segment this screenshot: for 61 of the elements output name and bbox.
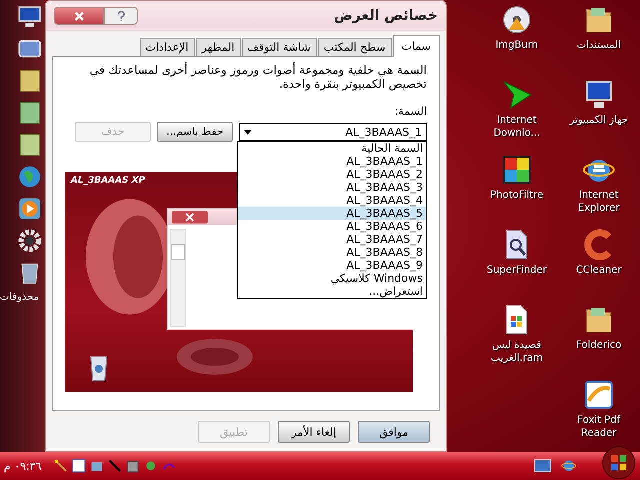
dropdown-option[interactable]: Windows كلاسيكي <box>238 272 426 285</box>
close-icon <box>74 10 84 22</box>
dropdown-option[interactable]: AL_3BAAAS_8 <box>238 246 426 259</box>
desktop-icon-label[interactable]: المستندات <box>559 39 639 52</box>
dropdown-option[interactable]: AL_3BAAAS_7 <box>238 233 426 246</box>
tab[interactable]: المظهر <box>196 38 241 56</box>
tab[interactable]: الإعدادات <box>140 38 195 56</box>
desktop-icon-label[interactable]: جهاز الكمبيوتر <box>559 114 639 127</box>
desktop-icon-label[interactable]: Internet Explorer <box>559 189 639 215</box>
recycle-bin-icon <box>89 354 109 382</box>
folder-icon[interactable] <box>17 68 43 94</box>
close-icon <box>172 210 208 224</box>
dialog-button[interactable]: موافق <box>358 421 430 443</box>
desktop-icon-label[interactable]: SuperFinder <box>477 264 557 277</box>
dropdown-option[interactable]: AL_3BAAAS_5 <box>238 207 426 220</box>
window-icon[interactable] <box>72 459 86 473</box>
description-text: السمة هي خلفية ومجموعة أصوات ورموز وعناصر أخرى لمساعدتك في تخصيص الكمبيوتر بنقرة واحدة. <box>88 63 427 91</box>
dropdown-option[interactable]: AL_3BAAAS_4 <box>238 194 426 207</box>
puzzle-icon[interactable] <box>501 154 533 186</box>
disc-icon[interactable] <box>501 4 533 36</box>
tab[interactable]: سمات <box>392 35 440 57</box>
clock: ٠٩:٣٦ م <box>4 460 42 472</box>
dropdown-option[interactable]: استعراض... <box>238 285 426 298</box>
preview-caption: AL_3BAAAS XP <box>71 176 146 186</box>
tab[interactable]: شاشة التوقف <box>242 38 317 56</box>
gear-icon[interactable] <box>17 228 43 254</box>
help-button[interactable] <box>104 7 138 25</box>
desktop-icon-label[interactable]: Folderico <box>559 339 639 352</box>
start-button[interactable] <box>602 446 636 480</box>
dropdown-option[interactable]: AL_3BAAAS_9 <box>238 259 426 272</box>
dialog-button[interactable]: إلغاء الأمر <box>278 421 350 443</box>
help-icon <box>116 10 126 22</box>
arrow-icon[interactable] <box>501 79 533 111</box>
dropdown-option[interactable]: السمة الحالية <box>238 142 426 155</box>
play-icon[interactable] <box>17 196 43 222</box>
caret-icon <box>244 130 252 134</box>
monitor-icon[interactable] <box>17 4 43 30</box>
theme-label: السمة: <box>394 105 427 118</box>
save-as-button[interactable]: حفظ باسم... <box>157 122 233 142</box>
desktop-icon-label[interactable]: CCleaner <box>559 264 639 277</box>
dropdown-option[interactable]: AL_3BAAAS_6 <box>238 220 426 233</box>
desktop-icon-label[interactable]: قصيدة ليس الغريب.ram <box>477 339 557 365</box>
folder-icon[interactable] <box>17 100 43 126</box>
dropdown-option[interactable]: AL_3BAAAS_3 <box>238 181 426 194</box>
pdf-reader-icon[interactable] <box>583 379 615 411</box>
recycle-bin-label: محذوفات <box>0 292 40 303</box>
close-button[interactable] <box>54 7 104 25</box>
monitor-icon[interactable] <box>534 459 552 473</box>
theme-dropdown[interactable]: AL_3BAAAS_1 <box>239 123 427 141</box>
desktop-icon-label[interactable]: Foxit Pdf Reader <box>559 414 639 440</box>
dropdown-option[interactable]: AL_3BAAAS_1 <box>238 155 426 168</box>
desktop-icon-label[interactable]: ImgBurn <box>477 39 557 52</box>
desktop-icon-label[interactable]: Internet Downlo... <box>477 114 557 140</box>
folder-icon[interactable] <box>17 132 43 158</box>
wand-icon[interactable] <box>54 459 68 473</box>
window-title: خصائص العرض <box>334 8 438 24</box>
tab[interactable]: سطح المكتب <box>318 38 392 56</box>
computer-icon[interactable] <box>583 79 615 111</box>
dropdown-option[interactable]: AL_3BAAAS_2 <box>238 168 426 181</box>
desktop-icon-label[interactable]: PhotoFiltre <box>477 189 557 202</box>
globe-icon[interactable] <box>17 164 43 190</box>
